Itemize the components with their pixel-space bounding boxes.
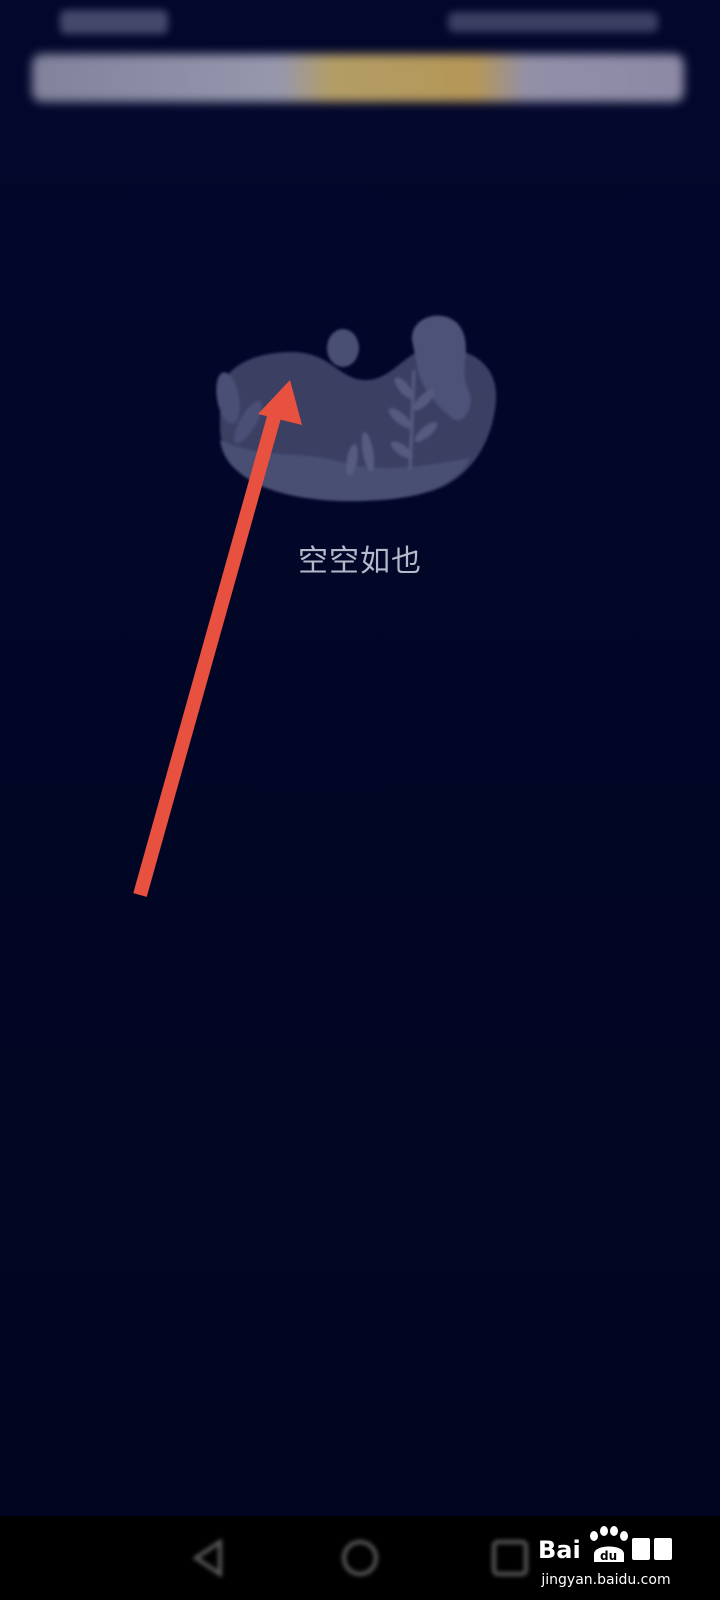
status-bar xyxy=(0,0,720,48)
status-time-blurred xyxy=(60,10,168,34)
watermark-url: jingyan.baidu.com xyxy=(541,1572,671,1588)
home-circle-icon[interactable] xyxy=(336,1534,384,1582)
back-triangle-icon[interactable] xyxy=(186,1534,234,1582)
empty-state-message: 空空如也 xyxy=(298,544,422,579)
status-icons-blurred xyxy=(448,12,658,32)
baidu-paw-icon: Bai du xyxy=(538,1526,672,1564)
screen: 空空如也 Bai du jingyan.baidu.com xyxy=(0,0,720,1600)
svg-text:Bai: Bai xyxy=(538,1536,581,1564)
annotation-arrow-icon xyxy=(133,380,302,897)
empty-box-illustration-icon xyxy=(216,315,497,502)
top-banner-blurred[interactable] xyxy=(32,54,684,102)
svg-text:du: du xyxy=(600,1549,617,1563)
recent-square-icon[interactable] xyxy=(486,1534,534,1582)
baidu-watermark: Bai du jingyan.baidu.com xyxy=(536,1514,676,1600)
